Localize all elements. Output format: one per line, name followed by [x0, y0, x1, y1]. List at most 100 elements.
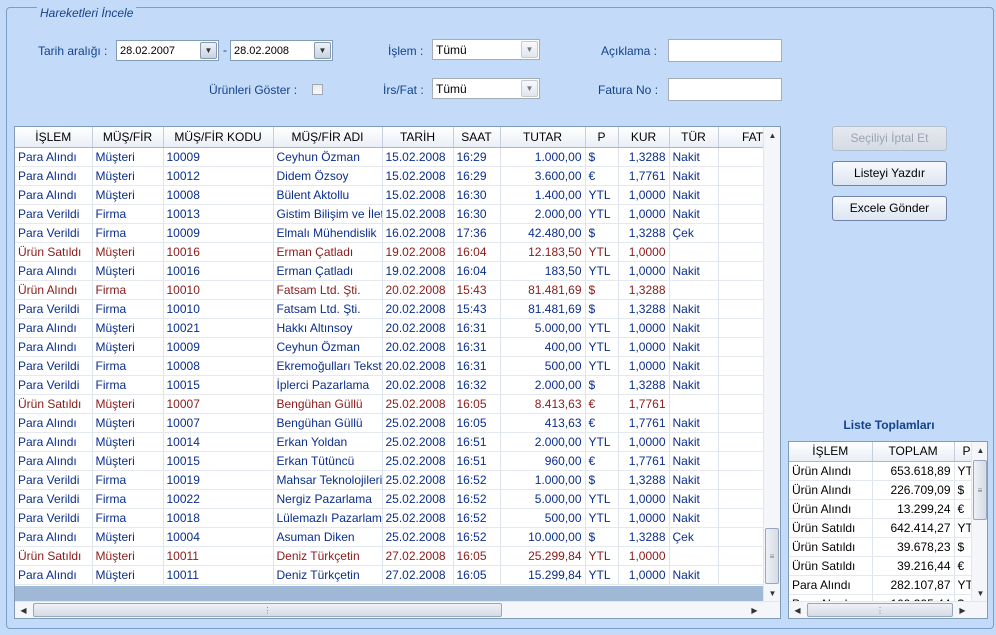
table-row[interactable]: Ürün Satıldı Müşteri 10016 Erman Çatladı 19.…: [15, 242, 780, 262]
table-row[interactable]: Para Alındı Müşteri 10009 Ceyhun Özman 15.02…: [15, 147, 780, 167]
chevron-down-icon[interactable]: ▼: [200, 42, 217, 59]
table-row[interactable]: Para Alındı Müşteri 10021 Hakkı Altınsoy 20.…: [15, 318, 780, 338]
table-cell: YTL: [585, 318, 619, 338]
table-row[interactable]: Para Verildi Firma 10010 Fatsam Ltd. Şti. 20…: [15, 299, 780, 319]
table-row[interactable]: Ürün Satıldı Müşteri 10007 Bengühan Güllü 25…: [15, 394, 780, 414]
column-header[interactable]: P: [585, 127, 619, 148]
totals-vertical-scrollbar[interactable]: ▲ ≡ ▼: [971, 442, 987, 602]
table-row[interactable]: Para Alındı Müşteri 10014 Erkan Yoldan 25.02…: [15, 432, 780, 452]
table-cell: Müşteri: [92, 185, 164, 205]
irs-fat-label: İrs/Fat :: [383, 83, 424, 97]
arrow-down-icon[interactable]: ▼: [764, 585, 780, 602]
table-cell: 16:51: [453, 432, 501, 452]
scroll-thumb[interactable]: ≡: [765, 528, 779, 584]
totals-row[interactable]: Ürün Alındı 13.299,24 €: [789, 499, 980, 519]
table-row[interactable]: Para Alındı Müşteri 10012 Didem Özsoy 15.02.…: [15, 166, 780, 186]
movements-grid[interactable]: İŞLEM MÜŞ/FİR MÜŞ/FİR KODU MÜŞ/FİR ADI T…: [14, 126, 781, 619]
table-cell: 960,00: [500, 451, 586, 471]
show-products-checkbox[interactable]: [312, 84, 323, 95]
column-header[interactable]: TOPLAM: [872, 442, 955, 462]
table-cell: 15:43: [453, 299, 501, 319]
chevron-down-icon[interactable]: ▼: [314, 42, 331, 59]
table-row[interactable]: Para Verildi Firma 10009 Elmalı Mühendislik…: [15, 223, 780, 243]
description-label: Açıklama :: [601, 44, 658, 58]
table-cell: $: [585, 375, 619, 395]
column-header[interactable]: MÜŞ/FİR: [92, 127, 164, 148]
table-row[interactable]: Para Alındı Müşteri 10007 Bengühan Güllü 25.…: [15, 413, 780, 433]
send-to-excel-button[interactable]: Excele Gönder: [832, 196, 947, 221]
arrow-down-icon[interactable]: ▼: [972, 585, 987, 602]
arrow-right-icon[interactable]: ▶: [746, 602, 763, 618]
totals-horizontal-scrollbar[interactable]: ◀ ⋮ ▶: [789, 601, 987, 618]
totals-row[interactable]: Ürün Satıldı 39.678,23 $: [789, 537, 980, 557]
irs-fat-select[interactable]: Tümü ▼: [432, 78, 540, 99]
scroll-thumb[interactable]: ⋮: [33, 603, 502, 617]
table-row[interactable]: Para Alındı Müşteri 10015 Erkan Tütüncü 25.0…: [15, 451, 780, 471]
chevron-down-icon[interactable]: ▼: [521, 80, 538, 97]
table-cell: [669, 546, 719, 566]
table-row[interactable]: Para Alındı Müşteri 10009 Ceyhun Özman 20.02…: [15, 337, 780, 357]
arrow-up-icon[interactable]: ▲: [972, 442, 987, 459]
arrow-left-icon[interactable]: ◀: [789, 602, 806, 618]
totals-row[interactable]: Ürün Alındı 653.618,89 YTL: [789, 461, 980, 481]
table-row[interactable]: Para Verildi Firma 10022 Nergiz Pazarlama 25…: [15, 489, 780, 509]
table-cell: Müşteri: [92, 546, 164, 566]
cancel-selected-button[interactable]: Seçiliyi İptal Et: [832, 126, 947, 151]
table-cell: 10011: [163, 546, 274, 566]
column-header[interactable]: MÜŞ/FİR KODU: [163, 127, 274, 148]
print-list-button[interactable]: Listeyi Yazdır: [832, 161, 947, 186]
table-cell: 1.000,00: [500, 147, 586, 167]
table-row[interactable]: Para Verildi Firma 10013 Gistim Bilişim ve …: [15, 204, 780, 224]
table-row[interactable]: Para Alındı Müşteri 10004 Asuman Diken 25.02…: [15, 527, 780, 547]
table-cell: 1,7761: [618, 394, 670, 414]
table-row[interactable]: Para Verildi Firma 10019 Mahsar Teknolojile…: [15, 470, 780, 490]
operation-select[interactable]: Tümü ▼: [432, 39, 540, 60]
totals-row[interactable]: Ürün Satıldı 39.216,44 €: [789, 556, 980, 576]
table-cell: Firma: [92, 356, 164, 376]
table-cell: Firma: [92, 223, 164, 243]
arrow-left-icon[interactable]: ◀: [15, 602, 32, 618]
totals-row[interactable]: Ürün Alındı 226.709,09 $: [789, 480, 980, 500]
table-cell: Para Alındı: [15, 337, 93, 357]
arrow-up-icon[interactable]: ▲: [764, 127, 780, 144]
scroll-thumb[interactable]: ⋮: [807, 603, 953, 617]
column-header[interactable]: MÜŞ/FİR ADI: [273, 127, 383, 148]
totals-row[interactable]: Ürün Satıldı 642.414,27 YTL: [789, 518, 980, 538]
totals-grid[interactable]: İŞLEM TOPLAM P Ürün Alındı 653.618,89 YTL Ü…: [788, 441, 988, 619]
column-header[interactable]: İŞLEM: [789, 442, 873, 462]
table-cell: 1,7761: [618, 413, 670, 433]
table-cell: Para Alındı: [15, 166, 93, 186]
table-cell: €: [585, 394, 619, 414]
table-cell: 2.000,00: [500, 204, 586, 224]
invoice-no-input[interactable]: [668, 78, 782, 101]
table-row[interactable]: Ürün Satıldı Müşteri 10011 Deniz Türkçetin 2…: [15, 546, 780, 566]
column-header[interactable]: TARİH: [382, 127, 454, 148]
grid-horizontal-scrollbar[interactable]: ◀ ⋮ ▶: [15, 601, 780, 618]
table-row[interactable]: Para Verildi Firma 10018 Lülemazlı Pazarlam…: [15, 508, 780, 528]
date-to-picker[interactable]: 28.02.2008 ▼: [230, 40, 333, 61]
table-cell: Çek: [669, 527, 719, 547]
table-row[interactable]: Ürün Alındı Firma 10010 Fatsam Ltd. Şti. 20.…: [15, 280, 780, 300]
table-cell: 1,3288: [618, 299, 670, 319]
table-row[interactable]: Para Verildi Firma 10008 Ekremoğulları Teks…: [15, 356, 780, 376]
column-header[interactable]: TÜR: [669, 127, 719, 148]
description-input[interactable]: [668, 39, 782, 62]
table-row[interactable]: Para Alındı Müşteri 10008 Bülent Aktollu 15.…: [15, 185, 780, 205]
grid-vertical-scrollbar[interactable]: ▲ ≡ ▼: [763, 127, 780, 602]
chevron-down-icon[interactable]: ▼: [521, 41, 538, 58]
table-row[interactable]: Para Alındı Müşteri 10016 Erman Çatladı 19.0…: [15, 261, 780, 281]
table-cell: YTL: [585, 546, 619, 566]
table-cell: 16:29: [453, 147, 501, 167]
arrow-right-icon[interactable]: ▶: [954, 602, 971, 618]
scroll-thumb[interactable]: ≡: [973, 460, 987, 520]
column-header[interactable]: İŞLEM: [15, 127, 93, 148]
date-from-picker[interactable]: 28.02.2007 ▼: [116, 40, 219, 61]
table-cell: Ekremoğulları Tekstil: [273, 356, 383, 376]
column-header[interactable]: KUR: [618, 127, 670, 148]
table-cell: Para Verildi: [15, 299, 93, 319]
totals-row[interactable]: Para Alındı 282.107,87 YTL: [789, 575, 980, 595]
column-header[interactable]: SAAT: [453, 127, 501, 148]
column-header[interactable]: TUTAR: [500, 127, 586, 148]
table-row[interactable]: Para Verildi Firma 10015 İplerci Pazarlama 2…: [15, 375, 780, 395]
table-row[interactable]: Para Alındı Müşteri 10011 Deniz Türkçetin 27…: [15, 565, 780, 585]
